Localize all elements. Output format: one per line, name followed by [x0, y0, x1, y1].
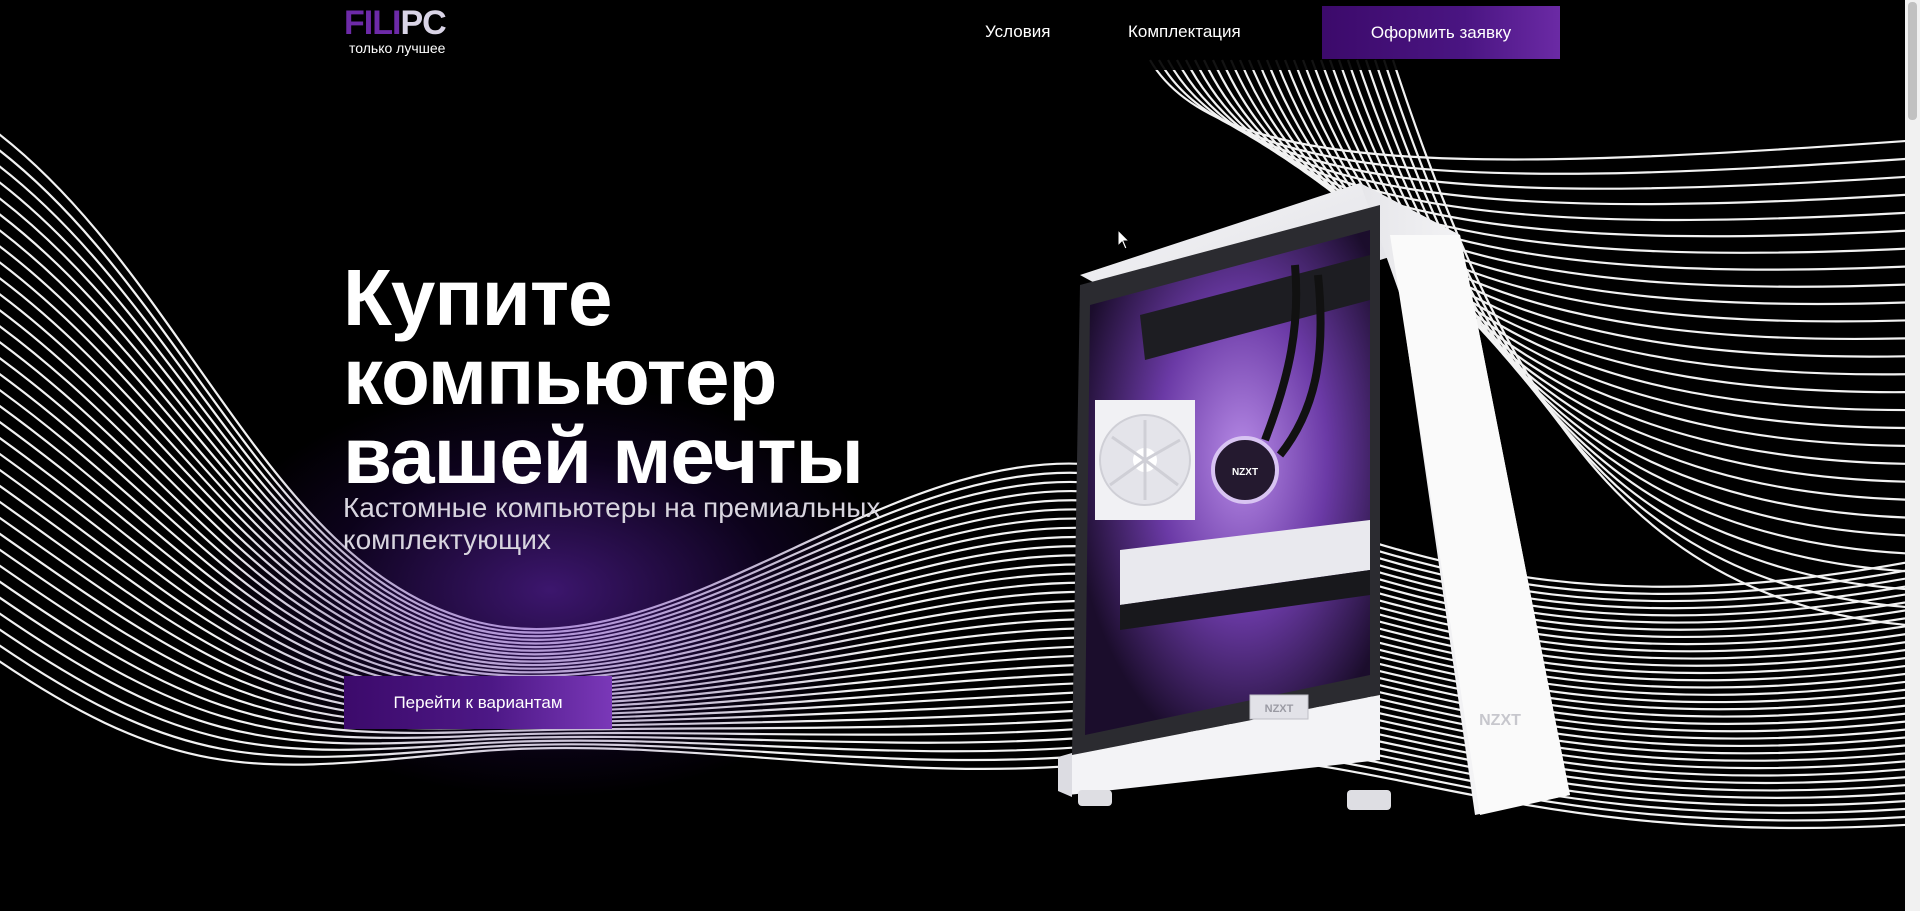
- submit-request-button[interactable]: Оформить заявку: [1322, 6, 1560, 59]
- scrollbar-thumb[interactable]: [1908, 2, 1917, 120]
- logo-part1: FILI: [344, 4, 401, 42]
- logo[interactable]: FILIPC только лучшее: [344, 6, 464, 55]
- pc-case-image: NZXT NZXT NZXT: [1058, 183, 1570, 815]
- pump-logo: NZXT: [1232, 467, 1258, 478]
- hero-title-line3: вашей мечты: [343, 411, 864, 500]
- wave-line: [1167, 59, 1905, 190]
- page-scrollbar[interactable]: [1905, 0, 1920, 911]
- nav-components-link[interactable]: Комплектация: [1128, 22, 1241, 42]
- mouse-cursor-icon: [1117, 229, 1131, 250]
- view-options-button[interactable]: Перейти к вариантам: [344, 676, 612, 729]
- nav-conditions-link[interactable]: Условия: [985, 22, 1050, 42]
- hero-subtitle: Кастомные компьютеры на премиальных комп…: [343, 492, 881, 555]
- hero-title-line2: компьютер: [343, 332, 777, 421]
- hero-title: Купите компьютер вашей мечты: [343, 253, 943, 500]
- hero-title-line1: Купите: [343, 253, 613, 342]
- case-front-logo: NZXT: [1479, 712, 1521, 729]
- logo-part2: PC: [400, 4, 446, 42]
- gpu-logo: NZXT: [1265, 703, 1294, 715]
- wave-line: [1158, 59, 1905, 175]
- site-header: FILIPC только лучшее Условия Комплектаци…: [0, 0, 1905, 70]
- logo-tagline: только лучшее: [349, 40, 446, 56]
